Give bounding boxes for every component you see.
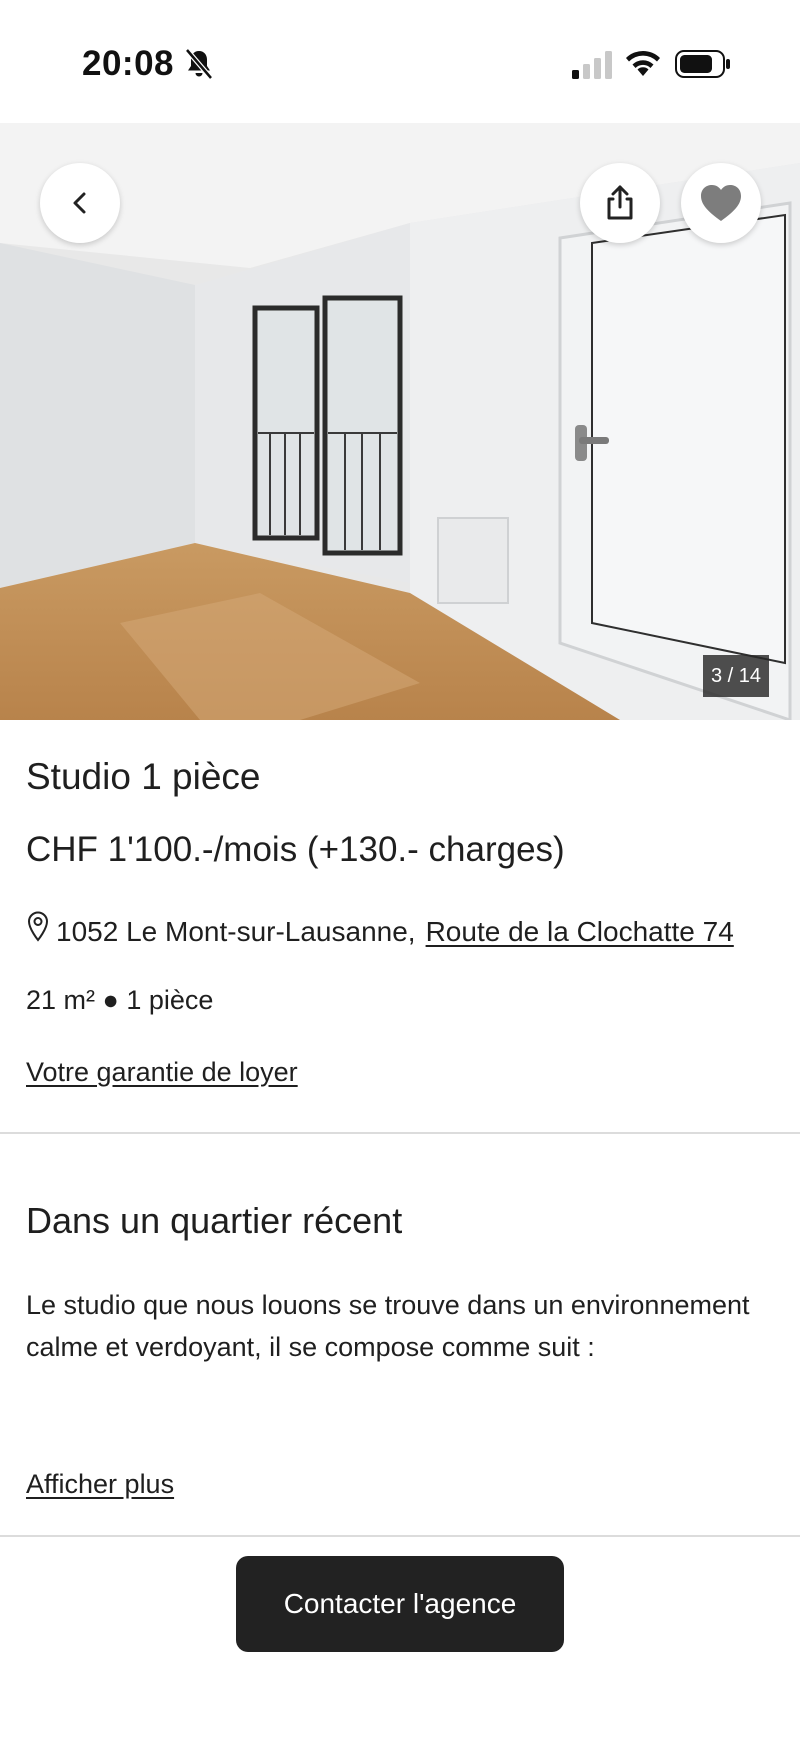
listing-photo-gallery[interactable]: 3 / 14 [0,123,800,720]
description-text: Le studio que nous louons se trouve dans… [26,1290,750,1362]
signal-icon [572,51,612,79]
share-icon [607,185,633,220]
divider [0,1535,800,1537]
address-street-link[interactable]: Route de la Clochatte 74 [426,916,734,948]
wifi-icon [626,50,660,76]
contact-agency-button[interactable]: Contacter l'agence [236,1556,564,1652]
listing-specs: 21 m² ● 1 pièce [26,985,214,1015]
status-time: 20:08 [82,44,175,83]
address-locality: 1052 Le Mont-sur-Lausanne, [56,916,416,947]
description-heading: Dans un quartier récent [26,1200,403,1241]
rent-guarantee-link[interactable]: Votre garantie de loyer [26,1057,298,1088]
status-bar: 20:08 [0,0,800,123]
show-more-link[interactable]: Afficher plus [26,1469,174,1500]
favorite-button[interactable] [681,163,761,243]
back-icon [73,192,86,214]
room-photo [0,123,800,720]
battery-icon [675,50,730,78]
listing-price: CHF 1'100.-/mois (+130.- charges) [26,830,565,869]
back-button[interactable] [40,163,120,243]
listing-title: Studio 1 pièce [26,756,261,797]
photo-counter: 3 / 14 [703,655,769,697]
location-pin-icon [27,911,49,942]
divider [0,1132,800,1134]
bell-slash-icon [185,48,213,80]
listing-address: 1052 Le Mont-sur-Lausanne, Route de la C… [26,911,734,948]
heart-icon [701,185,741,221]
share-button[interactable] [580,163,660,243]
